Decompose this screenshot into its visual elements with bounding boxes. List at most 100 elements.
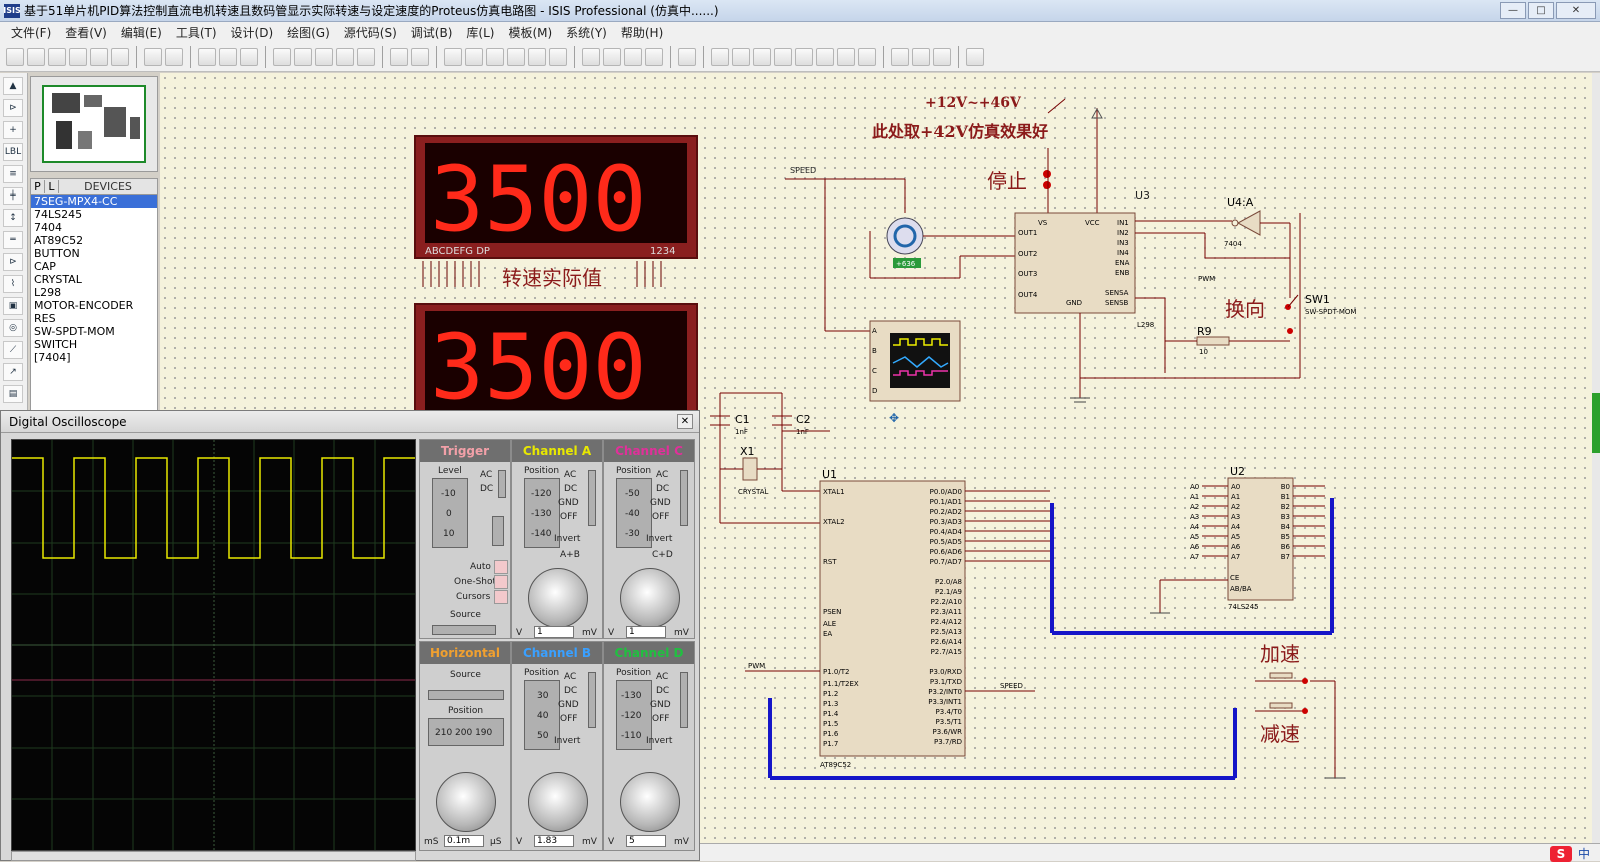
channel-b-volts-knob[interactable] — [528, 772, 588, 832]
menu-item-4[interactable]: 设计(D) — [224, 24, 281, 41]
toolbar-button-34[interactable] — [816, 47, 834, 66]
trigger-auto-button[interactable] — [494, 560, 508, 574]
toolbar-button-6[interactable] — [144, 47, 162, 66]
trigger-level-slider[interactable]: -10 0 10 — [432, 478, 468, 548]
seven-seg-display-1[interactable]: 3500 ABCDEFG DP 1234 — [414, 135, 698, 259]
toolbar-button-0[interactable] — [6, 47, 24, 66]
menu-item-2[interactable]: 编辑(E) — [114, 24, 169, 41]
channel-c-volts-knob[interactable] — [620, 568, 680, 628]
toolbar-button-2[interactable] — [48, 47, 66, 66]
library-manager-button[interactable]: L — [45, 180, 59, 193]
channel-b-coupling-switch[interactable] — [588, 672, 596, 728]
mode-tool-4[interactable]: ≡ — [3, 165, 23, 183]
toolbar-button-1[interactable] — [27, 47, 45, 66]
toolbar-button-8[interactable] — [198, 47, 216, 66]
decel-button[interactable] — [1255, 702, 1308, 714]
toolbar-button-40[interactable] — [966, 47, 984, 66]
seven-seg-display-2[interactable]: 3500 — [414, 303, 698, 420]
mode-tool-3[interactable]: LBL — [3, 143, 23, 161]
mode-tool-14[interactable]: ▤ — [3, 385, 23, 403]
toolbar-button-30[interactable] — [732, 47, 750, 66]
scroll-thumb[interactable] — [1592, 393, 1600, 453]
device-list-item[interactable]: 7SEG-MPX4-CC — [31, 195, 157, 208]
toolbar-button-3[interactable] — [69, 47, 87, 66]
horizontal-time-knob[interactable] — [436, 772, 496, 832]
horizontal-source-slider[interactable] — [428, 690, 504, 700]
maximize-button[interactable]: □ — [1528, 2, 1554, 19]
device-list-item[interactable]: L298 — [31, 286, 157, 299]
overview-viewport[interactable] — [42, 85, 146, 163]
toolbar-button-29[interactable] — [711, 47, 729, 66]
device-list-item[interactable]: RES — [31, 312, 157, 325]
toolbar-button-33[interactable] — [795, 47, 813, 66]
channel-a-volts-knob[interactable] — [528, 568, 588, 628]
toolbar-button-37[interactable] — [891, 47, 909, 66]
menu-item-11[interactable]: 帮助(H) — [614, 24, 670, 41]
trigger-edge-switch[interactable] — [492, 516, 504, 546]
device-list-item[interactable]: SWITCH — [31, 338, 157, 351]
device-list-item[interactable]: 74LS245 — [31, 208, 157, 221]
toolbar-button-35[interactable] — [837, 47, 855, 66]
toolbar-button-23[interactable] — [549, 47, 567, 66]
menu-item-1[interactable]: 查看(V) — [58, 24, 114, 41]
capacitor-c2[interactable]: C2 1nF — [772, 413, 811, 436]
toolbar-button-4[interactable] — [90, 47, 108, 66]
vertical-scrollbar[interactable] — [1592, 73, 1600, 843]
stop-switch-terminal-2[interactable] — [1043, 181, 1051, 189]
l298-driver-u3[interactable]: U3 VS OUT1 OUT2 OUT3 OUT4 VCC IN1 IN2 IN… — [1014, 189, 1154, 329]
toolbar-button-12[interactable] — [294, 47, 312, 66]
mode-tool-0[interactable]: ▲ — [3, 77, 23, 95]
toolbar-button-26[interactable] — [624, 47, 642, 66]
toolbar-button-5[interactable] — [111, 47, 129, 66]
toolbar-button-16[interactable] — [390, 47, 408, 66]
toolbar-button-24[interactable] — [582, 47, 600, 66]
channel-d-volts-knob[interactable] — [620, 772, 680, 832]
device-list-item[interactable]: CAP — [31, 260, 157, 273]
mode-tool-5[interactable]: ╪ — [3, 187, 23, 205]
device-list-item[interactable]: SW-SPDT-MOM — [31, 325, 157, 338]
mode-tool-9[interactable]: ⌇ — [3, 275, 23, 293]
menu-item-0[interactable]: 文件(F) — [4, 24, 58, 41]
capacitor-c1[interactable]: C1 1nF — [710, 413, 750, 436]
crystal-x1[interactable]: X1 CRYSTAL — [738, 445, 769, 496]
toolbar-button-32[interactable] — [774, 47, 792, 66]
close-button[interactable]: ✕ — [1556, 2, 1596, 19]
oscilloscope-close-button[interactable]: ✕ — [677, 414, 693, 429]
motor-encoder[interactable]: +636 — [886, 217, 924, 268]
device-list-item[interactable]: AT89C52 — [31, 234, 157, 247]
ime-mode[interactable]: 中 — [1578, 845, 1590, 862]
horizontal-position-slider[interactable]: 210 200 190 — [428, 718, 504, 746]
mode-tool-6[interactable]: ↕ — [3, 209, 23, 227]
mode-tool-10[interactable]: ▣ — [3, 297, 23, 315]
device-list-item[interactable]: 7404 — [31, 221, 157, 234]
device-list-item[interactable]: [7404] — [31, 351, 157, 364]
trigger-oneshot-button[interactable] — [494, 575, 508, 589]
toolbar-button-18[interactable] — [444, 47, 462, 66]
trigger-source-slider[interactable] — [432, 625, 496, 635]
ime-toolbar[interactable]: S 中 — [1549, 845, 1590, 862]
menu-item-7[interactable]: 调试(B) — [404, 24, 460, 41]
toolbar-button-17[interactable] — [411, 47, 429, 66]
device-list-item[interactable]: BUTTON — [31, 247, 157, 260]
menu-item-3[interactable]: 工具(T) — [169, 24, 224, 41]
mode-tool-12[interactable]: ⟋ — [3, 341, 23, 359]
mode-tool-1[interactable]: ⊳ — [3, 99, 23, 117]
toolbar-button-21[interactable] — [507, 47, 525, 66]
menu-item-10[interactable]: 系统(Y) — [559, 24, 614, 41]
channel-d-coupling-switch[interactable] — [680, 672, 688, 728]
overview-panel[interactable] — [30, 76, 158, 172]
toolbar-button-28[interactable] — [678, 47, 696, 66]
channel-c-coupling-switch[interactable] — [680, 470, 688, 526]
trigger-cursors-button[interactable] — [494, 590, 508, 604]
toolbar-button-19[interactable] — [465, 47, 483, 66]
resistor-r9[interactable]: R9 10 — [1196, 325, 1230, 356]
spdt-switch-sw1[interactable]: SW1 SW-SPDT-MOM — [1285, 293, 1356, 334]
toolbar-button-15[interactable] — [357, 47, 375, 66]
pick-devices-button[interactable]: P — [31, 180, 45, 193]
toolbar-button-39[interactable] — [933, 47, 951, 66]
oscilloscope-symbol[interactable]: A B C D — [869, 320, 961, 402]
stop-switch-terminal[interactable] — [1043, 170, 1051, 178]
toolbar-button-36[interactable] — [858, 47, 876, 66]
inverter-u4[interactable]: U4:A 7404 — [1224, 196, 1261, 248]
toolbar-button-13[interactable] — [315, 47, 333, 66]
